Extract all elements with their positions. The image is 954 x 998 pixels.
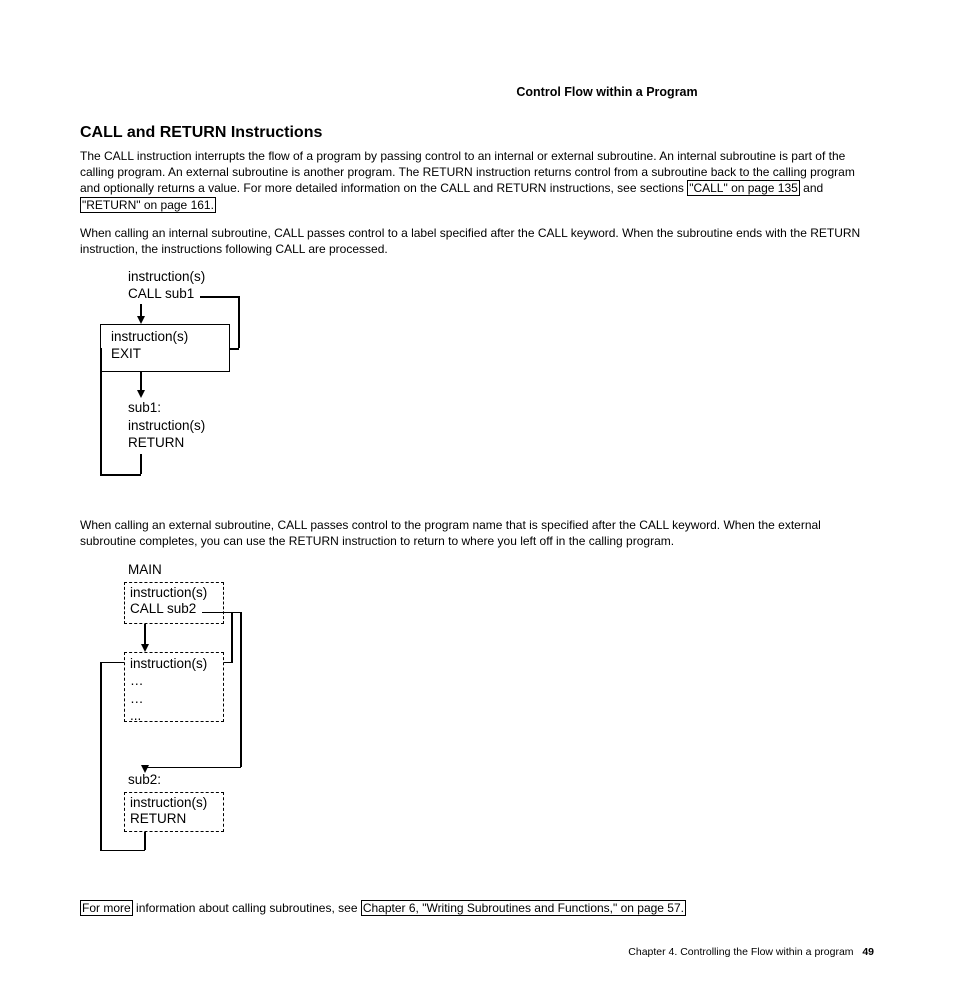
section-title: CALL and RETURN Instructions bbox=[80, 124, 874, 142]
text-line: instruction(s) bbox=[128, 269, 205, 284]
text-line: RETURN bbox=[130, 811, 186, 826]
text-line: RETURN bbox=[128, 435, 184, 450]
text-line: ... bbox=[130, 708, 141, 723]
text-fragment: and bbox=[800, 181, 823, 195]
text-fragment: information about calling subroutines, s… bbox=[133, 901, 361, 915]
text-line: EXIT bbox=[111, 346, 141, 361]
text-line: CALL sub1 bbox=[128, 286, 194, 301]
xref-call[interactable]: "CALL" on page 135 bbox=[687, 180, 800, 196]
footer-page-number: 49 bbox=[862, 946, 874, 958]
text-line: CALL sub2 bbox=[130, 601, 196, 616]
text-line: sub1: bbox=[128, 400, 161, 415]
paragraph-intro: The CALL instruction interrupts the flow… bbox=[80, 148, 874, 213]
text-line: instruction(s) bbox=[130, 795, 207, 810]
diagram-label: instruction(s) CALL sub1 bbox=[128, 269, 205, 303]
paragraph-external: When calling an external subroutine, CAL… bbox=[80, 517, 874, 549]
text-line: … bbox=[130, 673, 144, 688]
text-line: … bbox=[130, 691, 144, 706]
diagram-dashed-box: instruction(s) … … ... bbox=[124, 652, 224, 722]
diagram-dashed-box: instruction(s) RETURN bbox=[124, 792, 224, 832]
xref-return[interactable]: "RETURN" on page 161. bbox=[80, 197, 216, 213]
footer-chapter: Chapter 4. Controlling the Flow within a… bbox=[628, 946, 853, 958]
diagram-box: instruction(s) EXIT bbox=[100, 324, 230, 372]
paragraph-more-info: For more information about calling subro… bbox=[80, 900, 874, 916]
text-line: instruction(s) bbox=[130, 656, 207, 671]
text-fragment-boxed: For more bbox=[80, 900, 133, 916]
page-footer: Chapter 4. Controlling the Flow within a… bbox=[80, 946, 874, 958]
diagram-label: sub2: bbox=[128, 772, 161, 787]
xref-chapter6[interactable]: Chapter 6, "Writing Subroutines and Func… bbox=[361, 900, 686, 916]
document-page: Control Flow within a Program CALL and R… bbox=[0, 0, 954, 998]
diagram-label: MAIN bbox=[128, 562, 162, 577]
text-line: instruction(s) bbox=[128, 418, 205, 433]
diagram-label: sub1: instruction(s) RETURN bbox=[128, 399, 205, 452]
diagram-external-subroutine: MAIN instruction(s) CALL sub2 instructio… bbox=[100, 562, 420, 882]
text-line: instruction(s) bbox=[130, 585, 207, 600]
running-header: Control Flow within a Program bbox=[340, 85, 874, 99]
paragraph-internal: When calling an internal subroutine, CAL… bbox=[80, 225, 874, 257]
diagram-internal-subroutine: instruction(s) CALL sub1 instruction(s) … bbox=[100, 269, 400, 499]
text-line: instruction(s) bbox=[111, 329, 188, 344]
diagram-dashed-box: instruction(s) CALL sub2 bbox=[124, 582, 224, 624]
